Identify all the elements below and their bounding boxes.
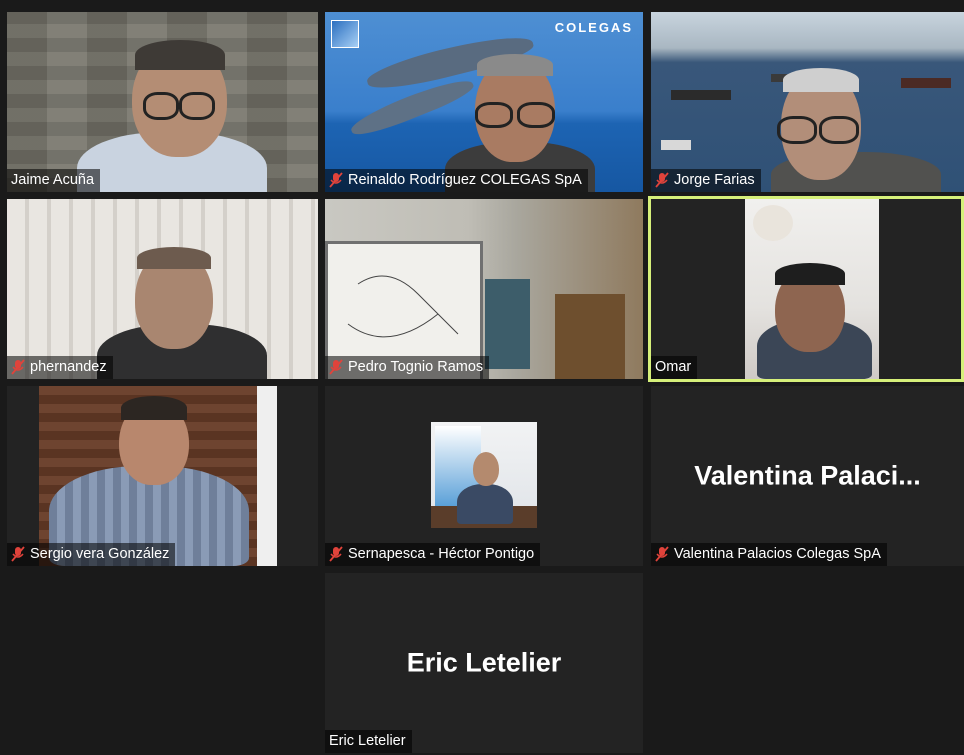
name-tag: Omar: [651, 356, 698, 379]
video-tile-valentina-palacios[interactable]: Valentina Palaci... Valentina Palacios C…: [651, 386, 964, 566]
participant-name: phernandez: [30, 359, 107, 375]
participant-video: [325, 199, 643, 379]
participant-name: Jorge Farias: [674, 172, 755, 188]
microphone-muted-icon: [329, 546, 343, 562]
participant-display-name: Valentina Palaci...: [694, 460, 921, 491]
participant-video: [7, 386, 318, 566]
name-tag: Sernapesca - Héctor Pontigo: [325, 543, 541, 566]
participant-name: Jaime Acuña: [11, 172, 95, 188]
participant-name: Sergio vera González: [30, 546, 170, 562]
colegas-logo-icon: [331, 20, 359, 48]
colegas-logo-text: COLEGAS: [554, 20, 633, 35]
video-tile-pedro-tognio-ramos[interactable]: Pedro Tognio Ramos: [325, 199, 643, 379]
name-tag: Jaime Acuña: [7, 169, 101, 192]
microphone-muted-icon: [11, 359, 25, 375]
microphone-muted-icon: [655, 172, 669, 188]
video-tile-reinaldo-rodriguez[interactable]: COLEGAS Reinaldo Rodríguez COLEGAS SpA: [325, 12, 643, 192]
video-tile-eric-letelier[interactable]: Eric Letelier Eric Letelier: [325, 573, 643, 753]
participant-video: COLEGAS: [325, 12, 643, 192]
name-tag: Sergio vera González: [7, 543, 176, 566]
participant-name: Pedro Tognio Ramos: [348, 359, 484, 375]
participant-video: [7, 12, 318, 192]
participant-video: [651, 199, 961, 379]
microphone-muted-icon: [329, 359, 343, 375]
name-tag: Valentina Palacios Colegas SpA: [651, 543, 887, 566]
name-tag: Reinaldo Rodríguez COLEGAS SpA: [325, 169, 588, 192]
participant-video: [325, 386, 643, 566]
video-tile-jaime-acuna[interactable]: Jaime Acuña: [7, 12, 318, 192]
participant-display-name: Eric Letelier: [406, 647, 562, 678]
microphone-muted-icon: [329, 172, 343, 188]
participant-name: Reinaldo Rodríguez COLEGAS SpA: [348, 172, 582, 188]
video-tile-sernapesca-hector-pontigo[interactable]: Sernapesca - Héctor Pontigo: [325, 386, 643, 566]
name-tag: Pedro Tognio Ramos: [325, 356, 490, 379]
name-tag: phernandez: [7, 356, 113, 379]
participant-name: Valentina Palacios Colegas SpA: [674, 546, 881, 562]
name-tag: Jorge Farias: [651, 169, 761, 192]
participant-name: Omar: [655, 359, 692, 375]
participant-name: Sernapesca - Héctor Pontigo: [348, 546, 535, 562]
video-tile-jorge-farias[interactable]: Jorge Farias: [651, 12, 964, 192]
video-tile-sergio-vera-gonzalez[interactable]: Sergio vera González: [7, 386, 318, 566]
participant-name: Eric Letelier: [329, 733, 406, 749]
microphone-muted-icon: [11, 546, 25, 562]
video-tile-phernandez[interactable]: phernandez: [7, 199, 318, 379]
name-tag: Eric Letelier: [325, 730, 412, 753]
participant-video: [651, 12, 964, 192]
microphone-muted-icon: [655, 546, 669, 562]
video-tile-omar[interactable]: Omar: [648, 196, 964, 382]
participant-video: [7, 199, 318, 379]
